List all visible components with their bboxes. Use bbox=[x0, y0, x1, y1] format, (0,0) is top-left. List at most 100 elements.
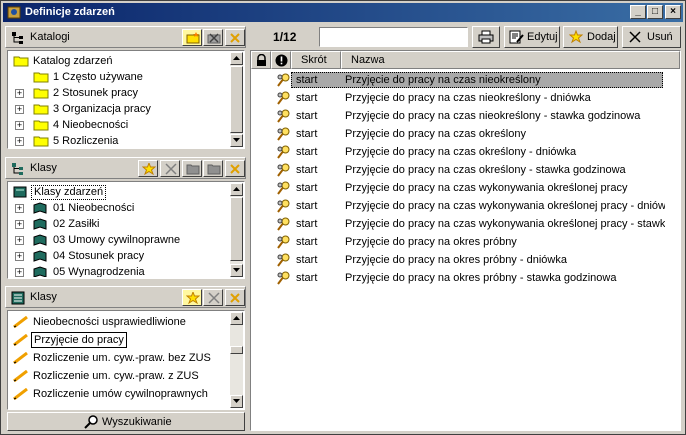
table-row[interactable]: start Przyjęcie do pracy na okres próbny bbox=[251, 233, 680, 251]
list-item[interactable]: Rozliczenie um. cyw.-praw. bez ZUS bbox=[9, 349, 230, 367]
tree-item[interactable]: + 05 Wynagrodzenia bbox=[9, 264, 230, 277]
search-button[interactable]: Wyszukiwanie bbox=[7, 412, 245, 431]
cell-skrot: start bbox=[296, 128, 318, 140]
events-grid[interactable]: Skrót Nazwa start Przyjęcie do pracy na c… bbox=[250, 50, 681, 431]
tree-item-katalog-zdarzen[interactable]: Katalog zdarzeń bbox=[9, 53, 230, 69]
expand-icon[interactable]: + bbox=[15, 89, 24, 98]
print-button[interactable] bbox=[472, 26, 500, 48]
delete-class-button[interactable] bbox=[160, 160, 180, 177]
cell-skrot: start bbox=[296, 182, 318, 194]
tree-item[interactable]: 1 Często używane bbox=[9, 69, 230, 85]
cell-nazwa: Przyjęcie do pracy na czas określony - s… bbox=[345, 164, 626, 176]
expand-icon[interactable]: + bbox=[15, 204, 24, 213]
tree-item[interactable]: + 01 Nieobecności bbox=[9, 200, 230, 216]
event-icon bbox=[277, 253, 290, 267]
add-catalog-button[interactable] bbox=[182, 29, 202, 46]
list-item[interactable]: Nieobecności usprawiedliwione bbox=[9, 313, 230, 331]
edit-button[interactable]: Edytuj bbox=[504, 26, 560, 48]
alert-column-header[interactable] bbox=[271, 51, 291, 69]
cell-nazwa: Przyjęcie do pracy na okres próbny bbox=[345, 236, 517, 248]
main-window: Definicje zdarzeń _ □ × Katalogi Katalog… bbox=[0, 0, 686, 435]
event-icon bbox=[277, 145, 290, 159]
tree-icon bbox=[12, 32, 23, 44]
list-item[interactable]: Rozliczenie um. cyw.-praw. z ZUS bbox=[9, 367, 230, 385]
star-icon bbox=[186, 292, 200, 304]
tree-item[interactable]: + 02 Zasiłki bbox=[9, 216, 230, 232]
delete-button[interactable]: Usuń bbox=[622, 26, 681, 48]
table-row[interactable]: start Przyjęcie do pracy na okres próbny … bbox=[251, 251, 680, 269]
klasy-list[interactable]: Nieobecności usprawiedliwione Przyjęcie … bbox=[7, 310, 245, 410]
folder-move-button[interactable] bbox=[203, 160, 223, 177]
tree-item[interactable]: + 4 Nieobecności bbox=[9, 117, 230, 133]
delete-catalog-button[interactable] bbox=[203, 29, 223, 46]
event-icon bbox=[277, 181, 290, 195]
scroll-up-button[interactable] bbox=[230, 312, 243, 325]
table-row[interactable]: start Przyjęcie do pracy na czas wykonywa… bbox=[251, 179, 680, 197]
nazwa-column-header[interactable]: Nazwa bbox=[341, 51, 680, 69]
cell-skrot: start bbox=[296, 200, 318, 212]
cell-skrot: start bbox=[296, 164, 318, 176]
close-button[interactable]: × bbox=[665, 5, 681, 19]
table-row[interactable]: start Przyjęcie do pracy na czas wykonywa… bbox=[251, 197, 680, 215]
tree-item[interactable]: + 3 Organizacja pracy bbox=[9, 101, 230, 117]
search-input[interactable] bbox=[319, 27, 468, 47]
table-row[interactable]: start Przyjęcie do pracy na czas określon… bbox=[251, 125, 680, 143]
star-icon bbox=[569, 30, 583, 44]
cell-skrot: start bbox=[296, 236, 318, 248]
lock-icon bbox=[257, 54, 266, 66]
expand-icon[interactable]: + bbox=[15, 268, 24, 277]
folder-button[interactable] bbox=[182, 160, 202, 177]
delete-item-button[interactable] bbox=[203, 289, 223, 306]
katalogi-scrollbar[interactable] bbox=[230, 52, 243, 147]
close-klasy-tree-button[interactable] bbox=[225, 160, 245, 177]
maximize-button[interactable]: □ bbox=[647, 5, 663, 19]
list-item-selected[interactable]: Przyjęcie do pracy bbox=[9, 331, 230, 349]
list-item[interactable]: Rozliczenie umów cywilnoprawnych bbox=[9, 385, 230, 403]
katalogi-tree[interactable]: Katalog zdarzeń 1 Często używane + 2 Sto… bbox=[7, 50, 245, 149]
add-button[interactable]: Dodaj bbox=[563, 26, 618, 48]
arrow-down-icon bbox=[233, 138, 240, 142]
expand-icon[interactable]: + bbox=[15, 220, 24, 229]
tree-item[interactable]: + 5 Rozliczenia bbox=[9, 133, 230, 147]
add-class-button[interactable] bbox=[138, 160, 158, 177]
table-row[interactable]: start Przyjęcie do pracy na czas określon… bbox=[251, 143, 680, 161]
expand-icon[interactable]: + bbox=[15, 236, 24, 245]
delete-folder-icon bbox=[207, 33, 221, 44]
magnifier-icon bbox=[84, 415, 98, 429]
tree-item[interactable]: + 03 Umowy cywilnoprawne bbox=[9, 232, 230, 248]
klasy-tree-scrollbar[interactable] bbox=[230, 183, 243, 277]
table-row[interactable]: start Przyjęcie do pracy na czas nieokreś… bbox=[251, 89, 680, 107]
klasy-list-scrollbar[interactable] bbox=[230, 312, 243, 408]
title-bar[interactable]: Definicje zdarzeń _ □ × bbox=[3, 3, 683, 22]
tree-item-klasy-zdarzen[interactable]: Klasy zdarzeń bbox=[9, 184, 230, 200]
add-item-button[interactable] bbox=[182, 289, 202, 306]
minimize-button[interactable]: _ bbox=[630, 5, 646, 19]
skrot-column-header[interactable]: Skrót bbox=[291, 51, 341, 69]
scroll-down-button[interactable] bbox=[230, 395, 243, 408]
table-row[interactable]: start Przyjęcie do pracy na czas określon… bbox=[251, 161, 680, 179]
klasy-list-title: Klasy bbox=[30, 291, 57, 303]
klasy-tree[interactable]: Klasy zdarzeń + 01 Nieobecności + 02 Zas… bbox=[7, 181, 245, 279]
scroll-up-button[interactable] bbox=[230, 183, 243, 196]
folder-icon bbox=[13, 56, 29, 67]
alert-icon bbox=[275, 54, 288, 67]
scroll-up-button[interactable] bbox=[230, 52, 243, 65]
scroll-down-button[interactable] bbox=[230, 264, 243, 277]
table-row[interactable]: start Przyjęcie do pracy na czas nieokreś… bbox=[251, 71, 680, 89]
scroll-thumb[interactable] bbox=[230, 346, 243, 354]
scroll-thumb[interactable] bbox=[230, 197, 243, 261]
expand-icon[interactable]: + bbox=[15, 252, 24, 261]
scroll-thumb[interactable] bbox=[230, 66, 243, 133]
expand-icon[interactable]: + bbox=[15, 105, 24, 114]
tree-item[interactable]: + 04 Stosunek pracy bbox=[9, 248, 230, 264]
table-row[interactable]: start Przyjęcie do pracy na czas wykonywa… bbox=[251, 215, 680, 233]
close-klasy-list-button[interactable] bbox=[225, 289, 245, 306]
tree-item[interactable]: + 2 Stosunek pracy bbox=[9, 85, 230, 101]
table-row[interactable]: start Przyjęcie do pracy na czas nieokreś… bbox=[251, 107, 680, 125]
table-row[interactable]: start Przyjęcie do pracy na okres próbny … bbox=[251, 269, 680, 287]
close-katalogi-button[interactable] bbox=[225, 29, 245, 46]
expand-icon[interactable]: + bbox=[15, 121, 24, 130]
expand-icon[interactable]: + bbox=[15, 137, 24, 146]
scroll-down-button[interactable] bbox=[230, 134, 243, 147]
lock-column-header[interactable] bbox=[251, 51, 271, 69]
